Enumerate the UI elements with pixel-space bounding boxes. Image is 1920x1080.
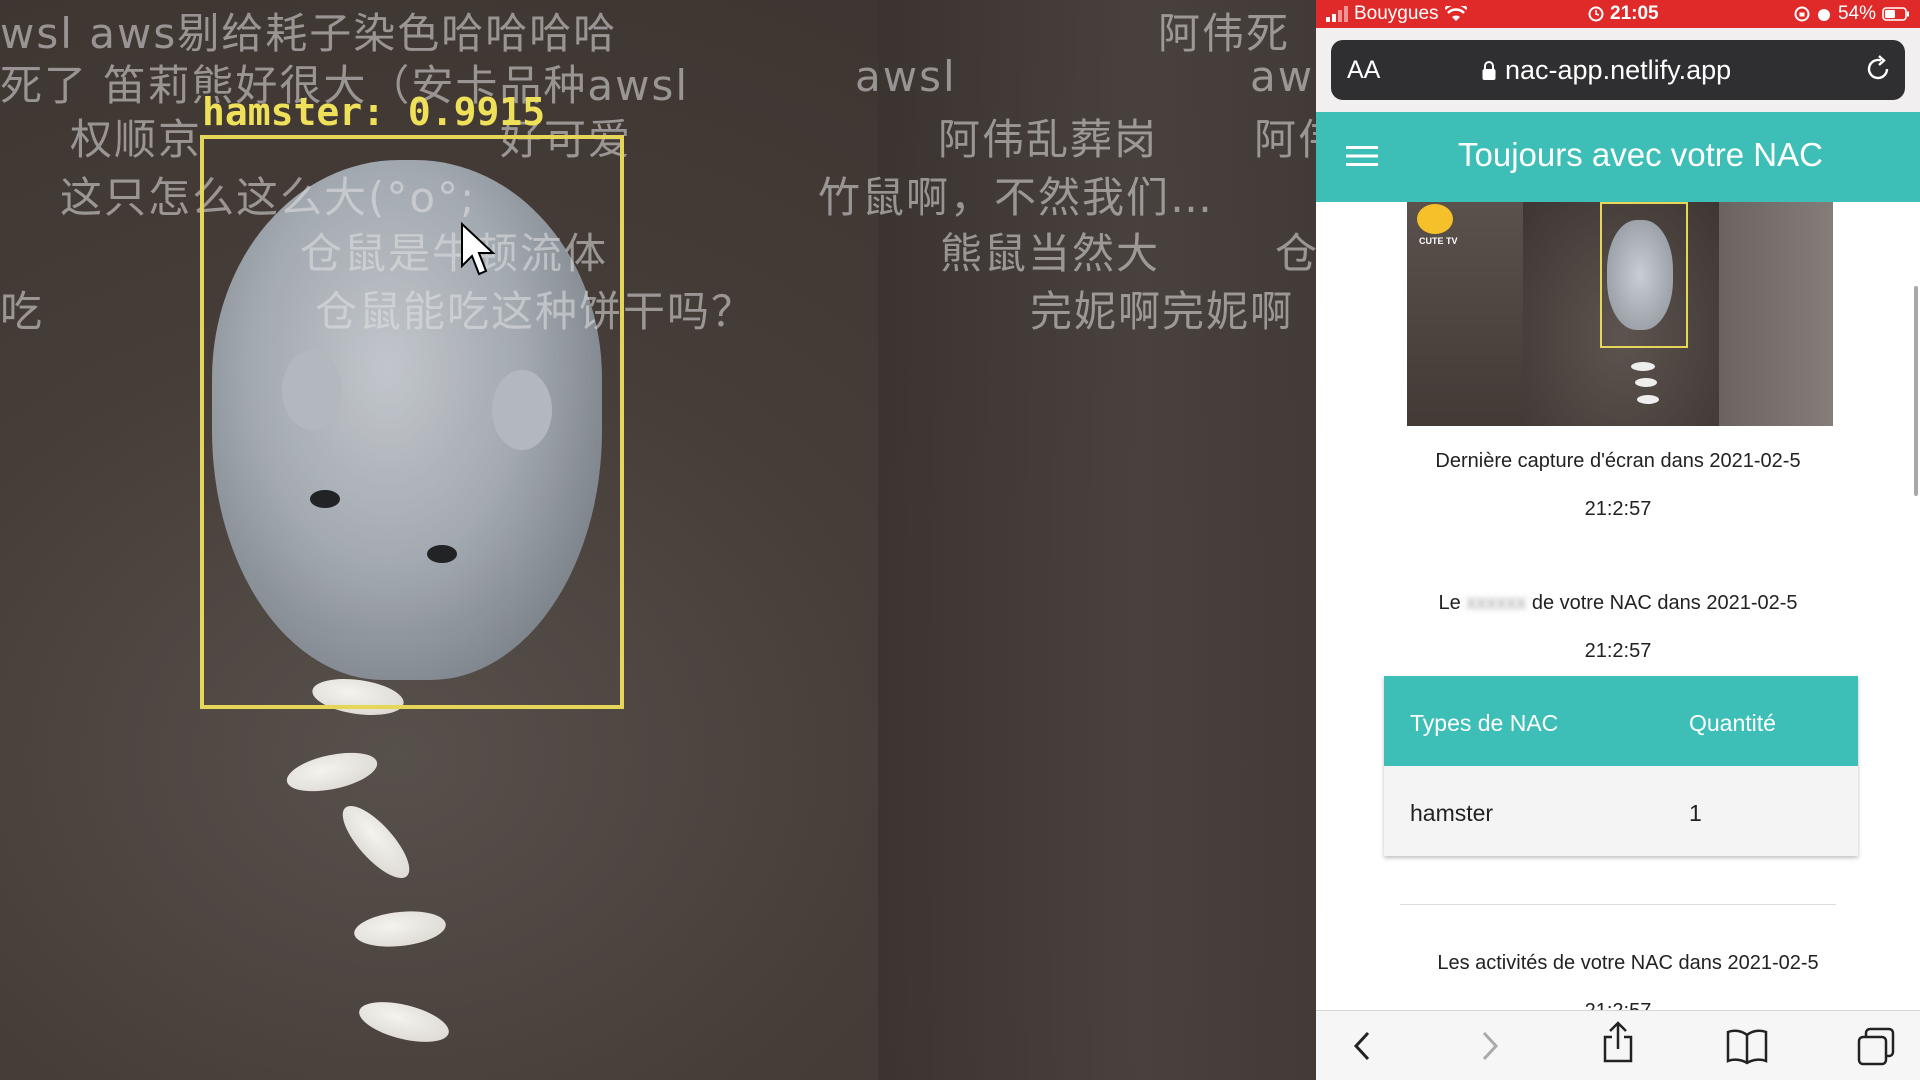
state-time: 21:2:57 xyxy=(1584,640,1652,662)
column-header: Quantité xyxy=(1689,710,1776,736)
table-cell: 1 xyxy=(1689,800,1702,826)
seed xyxy=(283,745,381,799)
menu-icon[interactable] xyxy=(1346,144,1378,168)
danmaku-comment: 熊鼠当然大 xyxy=(940,229,1161,278)
activities-caption: Les activités de votre NAC dans 2021-02-… xyxy=(1437,952,1819,974)
alarm-icon xyxy=(1588,6,1604,22)
phone-screen: Bouygues 21:05 54% AA nac-app.netlify.ap… xyxy=(1316,0,1920,1080)
danmaku-comment: 吃 xyxy=(0,287,45,336)
seed xyxy=(332,796,420,888)
screenshot-caption: Dernière capture d'écran dans 2021-02-5 xyxy=(1435,450,1801,472)
screenshot-time: 21:2:57 xyxy=(1584,498,1652,520)
forward-icon[interactable] xyxy=(1474,1027,1504,1065)
back-icon[interactable] xyxy=(1348,1027,1378,1065)
battery-percent: 54% xyxy=(1837,3,1876,24)
url-field[interactable]: AA nac-app.netlify.app xyxy=(1331,40,1905,100)
danmaku-comment: 权顺京 xyxy=(70,115,203,164)
status-time: 21:05 xyxy=(1610,3,1659,24)
divider xyxy=(1400,904,1836,905)
cursor-icon xyxy=(461,222,496,276)
danmaku-comment: 仓 xyxy=(1275,229,1316,278)
seed xyxy=(352,907,448,951)
carrier-name: Bouygues xyxy=(1354,3,1439,24)
video-frame: wsl aws剔给耗子染色哈哈哈哈 死了 笛莉熊好很大（安卡品种awsl 权顺京… xyxy=(0,0,1316,1080)
app-content: CUTE TV Dernière capture d'écran dans 20… xyxy=(1316,202,1920,1010)
wifi-icon xyxy=(1444,6,1467,21)
reload-icon[interactable] xyxy=(1863,54,1893,84)
app-header: Toujours avec votre NAC xyxy=(1316,112,1920,202)
rotation-lock-icon xyxy=(1794,6,1810,22)
alarm-clock-icon xyxy=(1817,9,1830,21)
battery-icon xyxy=(1882,7,1909,21)
signal-icon xyxy=(1326,6,1348,22)
danmaku-comment: 阿伟死 xyxy=(1158,9,1291,58)
text-size-button[interactable]: AA xyxy=(1347,56,1380,85)
column-header: Types de NAC xyxy=(1410,710,1559,736)
status-bar: Bouygues 21:05 54% xyxy=(1316,0,1920,28)
browser-url-bar: AA nac-app.netlify.app xyxy=(1316,28,1920,112)
table-header: Types de NAC Quantité xyxy=(1384,676,1858,766)
tabs-icon[interactable] xyxy=(1856,1027,1896,1067)
danmaku-comment: 竹鼠啊，不然我们… xyxy=(818,173,1215,222)
table-cell: hamster xyxy=(1410,800,1494,826)
seed xyxy=(355,994,453,1050)
last-screenshot-image[interactable]: CUTE TV xyxy=(1407,202,1833,426)
danmaku-comment: awsl xyxy=(855,52,957,101)
share-icon[interactable] xyxy=(1600,1021,1636,1065)
detection-label: hamster: 0.9915 xyxy=(202,90,546,134)
danmaku-comment: 完妮啊完妮啊 xyxy=(1030,287,1295,336)
url-text: nac-app.netlify.app xyxy=(1505,55,1732,85)
state-caption: Le xxxxxx de votre NAC dans 2021-02-5 xyxy=(1316,592,1920,615)
nac-table: Types de NAC Quantité hamster 1 xyxy=(1384,676,1858,856)
activities-time: 21:2:57 xyxy=(1316,1000,1920,1010)
state-prefix: Le xyxy=(1438,592,1461,614)
browser-toolbar xyxy=(1316,1010,1920,1080)
state-suffix: de votre NAC dans 2021-02-5 xyxy=(1531,592,1798,614)
danmaku-comment: 阿伟乱葬岗 xyxy=(938,115,1159,164)
thumbnail-badge: CUTE TV xyxy=(1419,236,1458,246)
app-title: Toujours avec votre NAC xyxy=(1458,136,1823,173)
detection-box xyxy=(200,135,624,709)
danmaku-comment: 阿伟 xyxy=(1254,115,1316,164)
lock-icon xyxy=(1482,60,1496,80)
state-blurred: xxxxxx xyxy=(1466,592,1527,614)
bookmarks-icon[interactable] xyxy=(1726,1027,1768,1065)
emoji-icon xyxy=(1417,204,1453,234)
